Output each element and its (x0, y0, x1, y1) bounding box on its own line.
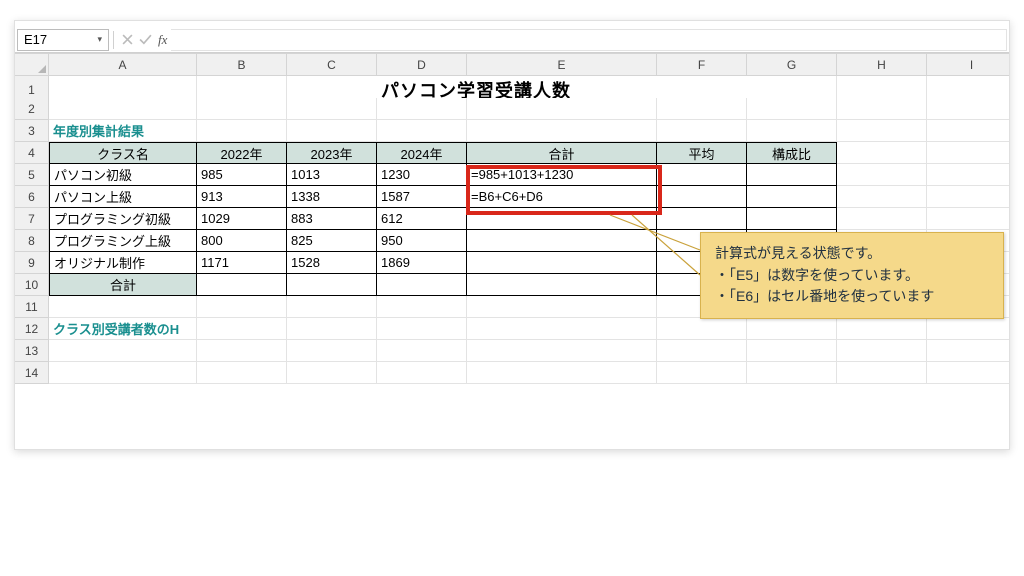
cell-E10[interactable] (467, 274, 657, 296)
name-box[interactable]: E17 ▾ (17, 29, 109, 51)
row-header-9[interactable]: 9 (15, 252, 49, 274)
th-avg: 平均 (657, 142, 747, 164)
cell-D6[interactable]: 1587 (377, 186, 467, 208)
row-header-7[interactable]: 7 (15, 208, 49, 230)
formula-bar: E17 ▾ fx (15, 27, 1009, 53)
cell-C9[interactable]: 1528 (287, 252, 377, 274)
cell-B5[interactable]: 985 (197, 164, 287, 186)
th-class: クラス名 (49, 142, 197, 164)
cell-F6[interactable] (657, 186, 747, 208)
col-header-I[interactable]: I (927, 54, 1010, 76)
col-header-D[interactable]: D (377, 54, 467, 76)
cell-G6[interactable] (747, 186, 837, 208)
th-ratio: 構成比 (747, 142, 837, 164)
col-header-A[interactable]: A (49, 54, 197, 76)
cell-F7[interactable] (657, 208, 747, 230)
cell-D7[interactable]: 612 (377, 208, 467, 230)
cell-B10[interactable] (197, 274, 287, 296)
col-header-B[interactable]: B (197, 54, 287, 76)
cell-A10[interactable]: 合計 (49, 274, 197, 296)
row-header-14[interactable]: 14 (15, 362, 49, 384)
row-header-13[interactable]: 13 (15, 340, 49, 362)
cell-D9[interactable]: 1869 (377, 252, 467, 274)
col-header-H[interactable]: H (837, 54, 927, 76)
row-header-10[interactable]: 10 (15, 274, 49, 296)
th-total: 合計 (467, 142, 657, 164)
cell-A5[interactable]: パソコン初級 (49, 164, 197, 186)
separator (113, 31, 114, 49)
col-header-E[interactable]: E (467, 54, 657, 76)
col-header-F[interactable]: F (657, 54, 747, 76)
row-header-6[interactable]: 6 (15, 186, 49, 208)
cell-A2[interactable] (49, 98, 197, 120)
row-header-12[interactable]: 12 (15, 318, 49, 340)
row-header-5[interactable]: 5 (15, 164, 49, 186)
cell-D5[interactable]: 1230 (377, 164, 467, 186)
cell-A7[interactable]: プログラミング初級 (49, 208, 197, 230)
cell-C7[interactable]: 883 (287, 208, 377, 230)
cell-A12[interactable]: クラス別受講者数のH (49, 318, 197, 340)
th-2022: 2022年 (197, 142, 287, 164)
cell-C8[interactable]: 825 (287, 230, 377, 252)
cell-G7[interactable] (747, 208, 837, 230)
formula-input[interactable] (171, 29, 1007, 51)
select-all-corner[interactable] (15, 54, 49, 76)
cell-B9[interactable]: 1171 (197, 252, 287, 274)
name-box-value: E17 (24, 32, 47, 47)
cell-E5[interactable]: =985+1013+1230 (467, 164, 657, 186)
cell-C10[interactable] (287, 274, 377, 296)
cell-A8[interactable]: プログラミング上級 (49, 230, 197, 252)
cell-D10[interactable] (377, 274, 467, 296)
cell-C5[interactable]: 1013 (287, 164, 377, 186)
callout-line3: ・「E6」はセル番地を使っています (715, 286, 989, 308)
cell-B6[interactable]: 913 (197, 186, 287, 208)
section-label: 年度別集計結果 (49, 120, 197, 142)
enter-icon[interactable] (136, 31, 154, 49)
cell-A9[interactable]: オリジナル制作 (49, 252, 197, 274)
cell-E6[interactable]: =B6+C6+D6 (467, 186, 657, 208)
col-header-C[interactable]: C (287, 54, 377, 76)
col-header-G[interactable]: G (747, 54, 837, 76)
cell-B8[interactable]: 800 (197, 230, 287, 252)
spreadsheet-grid[interactable]: A B C D E F G H I 1 パソコン学習受講人数 2 3 年度別集計… (15, 53, 1009, 384)
cell-E8[interactable] (467, 230, 657, 252)
cell-F5[interactable] (657, 164, 747, 186)
chevron-down-icon[interactable]: ▾ (97, 34, 102, 45)
th-2023: 2023年 (287, 142, 377, 164)
cancel-icon[interactable] (118, 31, 136, 49)
row-header-8[interactable]: 8 (15, 230, 49, 252)
callout-line2: ・「E5」は数字を使っています。 (715, 265, 989, 287)
cell-E7[interactable] (467, 208, 657, 230)
fx-label[interactable]: fx (154, 32, 171, 48)
callout-line1: 計算式が見える状態です。 (715, 243, 989, 265)
cell-D8[interactable]: 950 (377, 230, 467, 252)
cell-A6[interactable]: パソコン上級 (49, 186, 197, 208)
callout-annotation: 計算式が見える状態です。 ・「E5」は数字を使っています。 ・「E6」はセル番地… (700, 232, 1004, 319)
cell-B7[interactable]: 1029 (197, 208, 287, 230)
row-header-2[interactable]: 2 (15, 98, 49, 120)
th-2024: 2024年 (377, 142, 467, 164)
cell-E9[interactable] (467, 252, 657, 274)
row-header-11[interactable]: 11 (15, 296, 49, 318)
cell-G5[interactable] (747, 164, 837, 186)
row-header-4[interactable]: 4 (15, 142, 49, 164)
cell-C6[interactable]: 1338 (287, 186, 377, 208)
row-header-3[interactable]: 3 (15, 120, 49, 142)
